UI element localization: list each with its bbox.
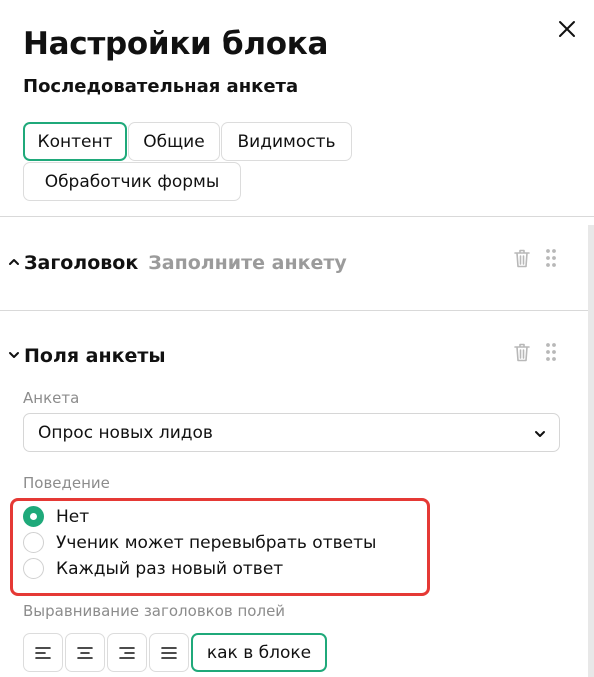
section-fields-title: Поля анкеты [24,345,166,367]
align-justify-button[interactable] [149,633,189,672]
align-right-icon [119,646,135,659]
align-center-icon [77,646,93,659]
align-left-button[interactable] [23,633,63,672]
survey-select-value: Опрос новых лидов [38,422,213,443]
survey-label: Анкета [23,389,80,407]
drag-handle-icon[interactable] [544,247,558,269]
tab-general[interactable]: Общие [128,122,220,161]
align-right-button[interactable] [107,633,147,672]
page-title: Настройки блока [23,26,329,62]
survey-select[interactable]: Опрос новых лидов [23,413,560,452]
trash-icon[interactable] [512,247,532,269]
scrollbar[interactable] [588,225,594,677]
tab-form-handler[interactable]: Обработчик формы [23,162,241,201]
tabs-divider [0,216,594,217]
page-subtitle: Последовательная анкета [23,76,299,97]
align-center-button[interactable] [65,633,105,672]
highlight-frame [10,498,430,596]
section-heading-value: Заполните анкету [148,252,347,274]
drag-handle-icon[interactable] [544,341,558,363]
chevron-down-icon [535,431,545,437]
trash-icon[interactable] [512,341,532,363]
close-icon[interactable] [555,17,579,41]
behavior-label: Поведение [23,474,110,492]
tab-content[interactable]: Контент [23,122,127,161]
chevron-up-icon[interactable] [7,255,21,269]
section-heading-header[interactable]: Заголовок Заполните анкету [7,252,347,274]
alignment-label: Выравнивание заголовков полей [23,602,286,620]
section-heading-title: Заголовок [24,252,139,274]
align-justify-icon [161,646,177,659]
align-inherit-button[interactable]: как в блоке [191,633,327,672]
section-fields-header[interactable]: Поля анкеты [7,345,166,367]
chevron-down-icon[interactable] [7,348,21,362]
section-divider [0,310,588,311]
tab-visibility[interactable]: Видимость [221,122,352,161]
align-left-icon [35,646,51,659]
